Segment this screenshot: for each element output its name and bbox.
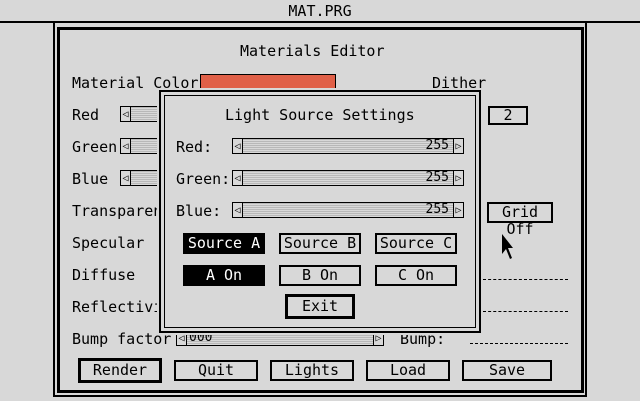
slider-left-arrow-icon[interactable]: ◁	[232, 202, 243, 218]
exit-button[interactable]: Exit	[285, 294, 355, 319]
slider-right-arrow-icon[interactable]: ▷	[453, 202, 464, 218]
light-blue-label: Blue:	[176, 202, 222, 220]
light-red-slider[interactable]: ◁ 255 ▷	[232, 138, 464, 154]
editor-title: Materials Editor	[240, 42, 385, 60]
c-on-toggle[interactable]: C On	[375, 265, 457, 286]
light-green-value: 255	[425, 170, 449, 185]
dither-value-field[interactable]: 2	[488, 106, 528, 125]
specular-label: Specular	[72, 234, 145, 252]
reflectivity-label: Reflectivit	[72, 298, 172, 316]
render-button[interactable]: Render	[78, 358, 162, 383]
a-on-toggle[interactable]: A On	[183, 265, 265, 286]
light-blue-slider[interactable]: ◁ 255 ▷	[232, 202, 464, 218]
green-label: Green	[72, 138, 118, 156]
light-red-value: 255	[425, 138, 449, 153]
lights-button[interactable]: Lights	[270, 360, 354, 381]
window-title: MAT.PRG	[288, 2, 352, 20]
save-button[interactable]: Save	[462, 360, 552, 381]
transparency-label: Transparenc	[72, 202, 172, 220]
source-b-button[interactable]: Source B	[279, 233, 361, 254]
bump-dashed-line	[470, 343, 568, 344]
light-green-label: Green:	[176, 170, 231, 188]
slider-right-arrow-icon[interactable]: ▷	[453, 138, 464, 154]
source-a-button[interactable]: Source A	[183, 233, 265, 254]
light-green-slider[interactable]: ◁ 255 ▷	[232, 170, 464, 186]
slider-left-arrow-icon[interactable]: ◁	[232, 170, 243, 186]
slider-left-arrow-icon[interactable]: ◁	[232, 138, 243, 154]
red-slider[interactable]: ◁	[120, 106, 160, 122]
load-button[interactable]: Load	[366, 360, 450, 381]
material-color-swatch[interactable]	[200, 74, 336, 90]
dialog-title: Light Source Settings	[225, 106, 415, 124]
diffuse-dashed-line	[483, 279, 568, 280]
red-label: Red	[72, 106, 100, 124]
bump-factor-label: Bump factor	[72, 330, 172, 348]
slider-left-arrow-icon[interactable]: ◁	[120, 138, 131, 154]
title-bar: MAT.PRG	[0, 0, 640, 23]
b-on-toggle[interactable]: B On	[279, 265, 361, 286]
mouse-pointer-icon	[502, 234, 513, 259]
grid-toggle-button[interactable]: Grid Off	[487, 202, 553, 238]
slider-left-arrow-icon[interactable]: ◁	[120, 106, 131, 122]
source-c-button[interactable]: Source C	[375, 233, 457, 254]
quit-button[interactable]: Quit	[174, 360, 258, 381]
green-slider[interactable]: ◁	[120, 138, 160, 154]
blue-slider[interactable]: ◁	[120, 170, 160, 186]
light-blue-value: 255	[425, 202, 449, 217]
slider-right-arrow-icon[interactable]: ▷	[453, 170, 464, 186]
light-red-label: Red:	[176, 138, 213, 156]
diffuse-label: Diffuse	[72, 266, 136, 284]
slider-left-arrow-icon[interactable]: ◁	[120, 170, 131, 186]
blue-label: Blue	[72, 170, 109, 188]
reflectivity-dashed-line	[483, 311, 568, 312]
